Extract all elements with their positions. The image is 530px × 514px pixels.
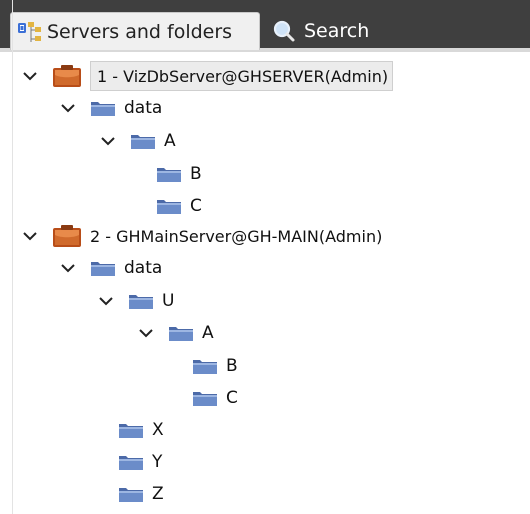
tree-node-folder[interactable]: A [138,317,214,349]
tree-node-label-box: C [226,384,238,412]
tree-node-label-box: Z [152,480,164,508]
chevron-down-icon[interactable] [98,293,114,309]
folder-icon [156,196,182,216]
folder-icon [90,258,116,278]
chevron-down-icon[interactable] [22,228,38,244]
tab-search-label: Search [304,20,370,42]
folder-icon [192,388,218,408]
tree-node-folder[interactable]: C [192,382,238,414]
tree-node-label-box: A [164,127,176,155]
chevron-down-icon[interactable] [22,68,38,84]
tree-node-label-box: C [190,192,202,220]
tree-node-folder[interactable]: B [156,158,202,190]
tree-node-folder[interactable]: data [60,252,162,284]
tab-servers-and-folders[interactable]: Servers and folders [10,12,260,50]
tree-node-label: 1 - VizDbServer@GHSERVER(Admin) [97,66,389,86]
folder-icon [128,291,154,311]
tree-node-label: X [152,420,164,440]
tab-search[interactable]: Search [268,12,448,50]
search-icon [273,20,295,42]
folder-icon [156,164,182,184]
tree-node-label: A [164,131,176,151]
chevron-down-icon[interactable] [60,260,76,276]
tab-servers-and-folders-label: Servers and folders [47,20,233,43]
tree-node-label: C [226,388,238,408]
tree-node-folder[interactable]: X [118,414,164,446]
tree-node-label: C [190,196,202,216]
folder-icon [118,420,144,440]
folder-icon [118,484,144,504]
server-icon [52,63,82,89]
folder-icon [192,356,218,376]
tree-node-server[interactable]: 1 - VizDbServer@GHSERVER(Admin) [22,60,394,92]
server-tree: 1 - VizDbServer@GHSERVER(Admin) data A B C 2 … [0,56,530,514]
tree-node-server[interactable]: 2 - GHMainServer@GH-MAIN(Admin) [22,220,382,252]
tree-node-label-box: U [162,287,174,315]
chevron-down-icon[interactable] [60,100,76,116]
chevron-down-icon[interactable] [138,325,154,341]
tree-node-folder[interactable]: A [100,125,176,157]
server-icon [52,223,82,249]
folder-icon [168,323,194,343]
tree-node-folder[interactable]: B [192,350,238,382]
folder-icon [130,131,156,151]
tree-node-label: B [190,164,202,184]
tree-node-folder[interactable]: C [156,190,202,222]
tree-node-label: 2 - GHMainServer@GH-MAIN(Admin) [90,226,383,246]
tree-node-folder[interactable]: Z [118,478,164,510]
tree-node-label: data [124,98,163,118]
tree-node-label-box: data [124,94,162,122]
tree-node-label: A [202,323,214,343]
tree-node-label: B [226,356,238,376]
tree-node-label-box: data [124,254,162,282]
chevron-down-icon[interactable] [100,133,116,149]
tree-node-label-box: B [226,352,238,380]
tree-node-folder[interactable]: data [60,92,162,124]
tree-node-label: Y [152,452,163,472]
tab-bar: Servers and folders Search [0,0,530,52]
tree-node-label-box: Y [152,448,162,476]
folder-icon [90,98,116,118]
tree-node-label-box: X [152,416,164,444]
tree-node-label: U [162,291,175,311]
tree-node-label-box: B [190,160,202,188]
tree-node-label: data [124,258,163,278]
tree-node-folder[interactable]: U [98,285,174,317]
folder-icon [118,452,144,472]
tree-node-label-box: A [202,319,214,347]
tree-node-label-box: 2 - GHMainServer@GH-MAIN(Admin) [90,222,382,250]
tree-node-label: Z [152,484,164,504]
tree-icon [18,21,41,42]
tree-node-folder[interactable]: Y [118,446,162,478]
tree-node-label-box: 1 - VizDbServer@GHSERVER(Admin) [90,61,394,91]
